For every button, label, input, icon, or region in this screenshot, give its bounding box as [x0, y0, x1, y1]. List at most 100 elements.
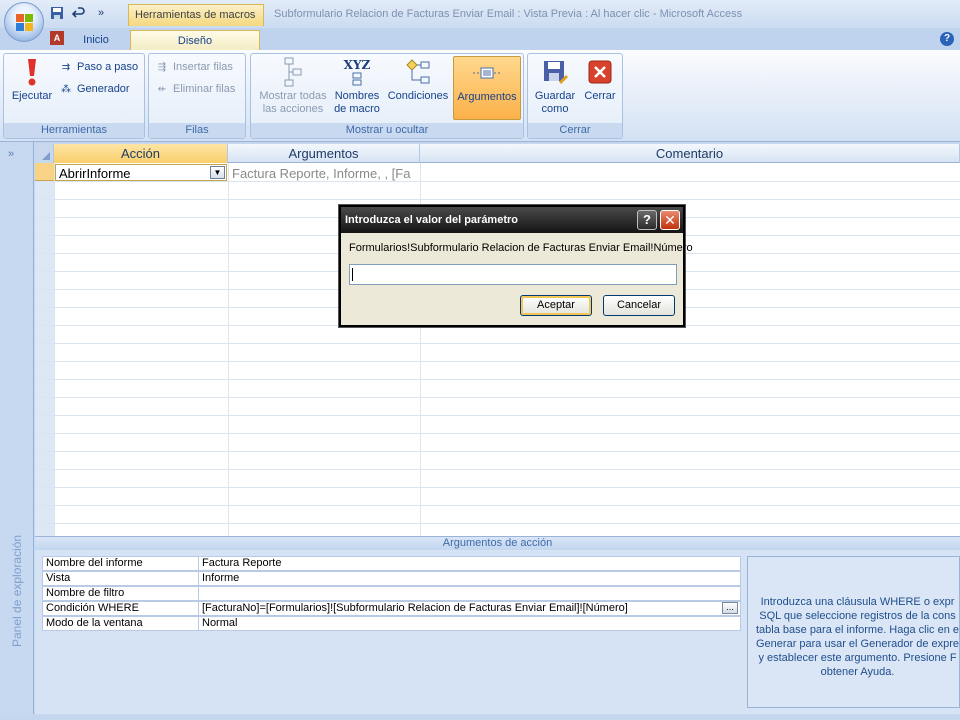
- grid-row-line: [35, 469, 960, 470]
- navigation-pane[interactable]: » Panel de exploración: [0, 142, 34, 714]
- grid-row-line: [35, 343, 960, 344]
- macro-design-grid[interactable]: Acción Argumentos Comentario AbrirInform…: [35, 144, 960, 536]
- current-row-selector[interactable]: [35, 163, 54, 181]
- grid-row-line: [35, 181, 960, 182]
- cerrar-label: Cerrar: [584, 90, 616, 102]
- parameter-value-input[interactable]: [349, 264, 677, 285]
- show-all-actions-icon: [278, 56, 308, 88]
- tab-inicio[interactable]: Inicio: [66, 30, 126, 50]
- group-cerrar: Guardar como Cerrar Cerrar: [527, 53, 623, 139]
- cerrar-button[interactable]: Cerrar: [580, 56, 620, 103]
- expression-builder-button[interactable]: ...: [722, 602, 738, 614]
- column-header-comentario[interactable]: Comentario: [420, 144, 960, 163]
- help-line: tabla base para el informe. Haga clic en…: [756, 624, 960, 636]
- arg-label: Condición WHERE: [42, 601, 199, 616]
- window-title: Subformulario Relacion de Facturas Envia…: [274, 8, 743, 20]
- grid-row-line: [35, 379, 960, 380]
- arg-row[interactable]: Condición WHERE [FacturaNo]=[Formularios…: [42, 601, 742, 616]
- title-bar: » Herramientas de macros Subformulario R…: [0, 0, 960, 42]
- group-label: Filas: [149, 123, 245, 138]
- arg-row[interactable]: Modo de la ventana Normal: [42, 616, 742, 631]
- condiciones-label: Condiciones: [387, 90, 449, 102]
- accion-combobox[interactable]: AbrirInforme ▼: [55, 164, 227, 181]
- arguments-icon: [472, 57, 502, 89]
- group-mostrar-ocultar: Mostrar todas las acciones XYZ Nombres d…: [250, 53, 524, 139]
- grid-row-line: [35, 433, 960, 434]
- undo-icon[interactable]: [70, 4, 88, 22]
- arg-value[interactable]: [199, 586, 741, 601]
- arg-value[interactable]: [FacturaNo]=[Formularios]![Subformulario…: [199, 601, 741, 616]
- dialog-close-icon[interactable]: ✕: [660, 210, 680, 230]
- save-icon[interactable]: [48, 4, 66, 22]
- action-arguments-header: Argumentos de acción: [35, 536, 960, 550]
- column-header-accion[interactable]: Acción: [54, 144, 228, 163]
- condiciones-button[interactable]: Condiciones: [385, 56, 451, 103]
- cancelar-button[interactable]: Cancelar: [603, 295, 675, 316]
- dialog-title-bar[interactable]: Introduzca el valor del parámetro ? ✕: [341, 207, 683, 233]
- guardar-como-button[interactable]: Guardar como: [531, 56, 579, 116]
- group-label: Mostrar u ocultar: [251, 123, 523, 138]
- ribbon-tab-row: A Inicio Diseño ?: [0, 28, 960, 50]
- accion-value: AbrirInforme: [59, 166, 131, 181]
- grid-header: Acción Argumentos Comentario: [35, 144, 960, 163]
- nav-pane-toggle[interactable]: »: [8, 148, 14, 160]
- group-label: Herramientas: [4, 123, 144, 138]
- office-button[interactable]: [4, 2, 44, 42]
- help-line: obtener Ayuda.: [820, 666, 895, 678]
- delete-rows-icon: ⇷: [157, 83, 167, 95]
- arg-label: Nombre del informe: [42, 556, 199, 571]
- grid-column-line: [54, 163, 55, 536]
- group-filas: ⇶ Insertar filas ⇷ Eliminar filas Filas: [148, 53, 246, 139]
- ejecutar-button[interactable]: Ejecutar: [7, 56, 57, 103]
- arg-value[interactable]: Informe: [199, 571, 741, 586]
- row-selector-column[interactable]: [35, 163, 54, 536]
- arg-label: Modo de la ventana: [42, 616, 199, 631]
- context-tab-label: Herramientas de macros: [128, 4, 264, 26]
- help-icon[interactable]: ?: [940, 32, 954, 46]
- arg-row[interactable]: Nombre de filtro: [42, 586, 742, 601]
- quick-access-toolbar: »: [48, 3, 110, 23]
- nombres-de-macro-button[interactable]: XYZ Nombres de macro: [331, 56, 383, 116]
- select-all-corner[interactable]: [35, 144, 54, 163]
- mostrar-todas-label-1: Mostrar todas: [259, 90, 327, 102]
- wand-icon: ⁂: [61, 83, 71, 95]
- chevron-down-icon[interactable]: ▼: [210, 166, 225, 179]
- arg-value[interactable]: Factura Reporte: [199, 556, 741, 571]
- argumentos-cell-value: Factura Reporte, Informe, , [Fa: [232, 166, 411, 181]
- arg-row[interactable]: Nombre del informe Factura Reporte: [42, 556, 742, 571]
- argumentos-button[interactable]: Argumentos: [453, 56, 521, 120]
- argumentos-label: Argumentos: [457, 91, 517, 103]
- mostrar-todas-label-2: las acciones: [262, 103, 324, 115]
- eliminar-filas-label: Eliminar filas: [173, 83, 236, 95]
- generador-label: Generador: [77, 83, 130, 95]
- dialog-help-icon[interactable]: ?: [637, 210, 657, 230]
- conditions-icon: [403, 56, 433, 88]
- nombres-label-1: Nombres: [334, 90, 380, 102]
- eliminar-filas-button[interactable]: ⇷ Eliminar filas: [154, 82, 236, 96]
- dialog-title: Introduzca el valor del parámetro: [345, 214, 518, 226]
- nav-pane-label: Panel de exploración: [10, 534, 24, 647]
- mostrar-todas-button[interactable]: Mostrar todas las acciones: [255, 56, 331, 116]
- arg-label: Nombre de filtro: [42, 586, 199, 601]
- grid-row-line: [35, 397, 960, 398]
- office-logo-icon: [16, 14, 34, 32]
- insert-rows-icon: ⇶: [157, 61, 167, 73]
- aceptar-button[interactable]: Aceptar: [520, 295, 592, 316]
- paso-a-paso-button[interactable]: ⇉ Paso a paso: [58, 60, 138, 74]
- column-header-argumentos[interactable]: Argumentos: [228, 144, 420, 163]
- arg-value[interactable]: Normal: [199, 616, 741, 631]
- save-as-icon: [540, 56, 570, 88]
- macro-names-icon: XYZ: [342, 56, 372, 88]
- ribbon: Ejecutar ⇉ Paso a paso ⁂ Generador Herra…: [0, 50, 960, 142]
- customize-toolbar-icon[interactable]: »: [92, 4, 110, 22]
- close-icon: [585, 56, 615, 88]
- insertar-filas-button[interactable]: ⇶ Insertar filas: [154, 60, 233, 74]
- arg-label: Vista: [42, 571, 199, 586]
- text-caret: [352, 268, 353, 281]
- nombres-label-2: de macro: [334, 103, 380, 115]
- group-herramientas: Ejecutar ⇉ Paso a paso ⁂ Generador Herra…: [3, 53, 145, 139]
- insertar-filas-label: Insertar filas: [173, 61, 233, 73]
- generador-button[interactable]: ⁂ Generador: [58, 82, 130, 96]
- tab-diseno[interactable]: Diseño: [130, 30, 260, 50]
- arg-row[interactable]: Vista Informe: [42, 571, 742, 586]
